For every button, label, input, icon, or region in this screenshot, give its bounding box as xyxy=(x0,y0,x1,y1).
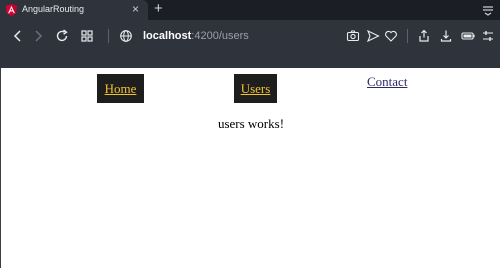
active-tab[interactable]: AngularRouting × xyxy=(0,0,148,20)
forward-icon[interactable] xyxy=(31,29,45,43)
users-message: users works! xyxy=(217,116,285,131)
address-bar[interactable]: localhost:4200/users xyxy=(143,30,249,42)
close-tab-icon[interactable]: × xyxy=(132,3,144,15)
sliders-icon[interactable] xyxy=(481,29,495,43)
browser-toolbar: localhost:4200/users xyxy=(0,20,500,68)
tab-title: AngularRouting xyxy=(22,4,85,14)
tab-bar: AngularRouting × + xyxy=(0,0,500,20)
angular-icon xyxy=(6,4,17,16)
heart-icon[interactable] xyxy=(384,29,398,43)
users-link[interactable]: Users xyxy=(241,81,271,97)
toolbar-divider xyxy=(108,29,109,43)
back-icon[interactable] xyxy=(11,29,25,43)
url-host: localhost xyxy=(143,30,192,42)
home-link[interactable]: Home xyxy=(105,81,137,97)
toolbar-divider xyxy=(407,29,408,43)
tab-grid-icon[interactable] xyxy=(80,29,94,43)
new-tab-icon[interactable]: + xyxy=(154,1,168,17)
home-button[interactable]: Home xyxy=(97,74,144,103)
contact-link[interactable]: Contact xyxy=(367,74,407,90)
download-icon[interactable] xyxy=(439,29,453,43)
reload-icon[interactable] xyxy=(55,29,69,43)
page-content: Home Users Contact users works! xyxy=(0,68,500,268)
url-path: :4200/users xyxy=(191,30,249,42)
camera-icon[interactable] xyxy=(346,29,360,43)
send-icon[interactable] xyxy=(366,29,380,43)
users-button[interactable]: Users xyxy=(234,74,277,103)
globe-icon[interactable] xyxy=(119,29,133,43)
share-icon[interactable] xyxy=(417,29,431,43)
tab-menu-icon[interactable] xyxy=(481,3,495,17)
battery-icon[interactable] xyxy=(461,29,475,43)
